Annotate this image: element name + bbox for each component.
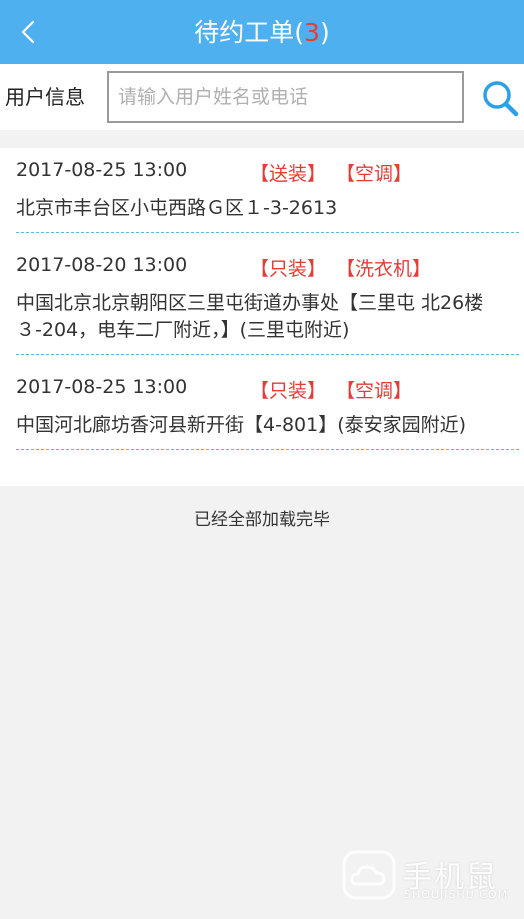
title-paren-close: ) <box>319 18 330 47</box>
search-input[interactable] <box>107 71 464 123</box>
service-type-tag: 【只装】 <box>250 258 327 280</box>
order-item[interactable]: 2017-08-25 13:00 【只装】 【空调】 中国河北廊坊香河县新开街【… <box>16 365 519 450</box>
order-address: 中国北京北京朝阳区三里屯街道办事处【三里屯 北26楼３-204，电车二厂附近，】… <box>16 292 484 341</box>
search-icon <box>483 81 519 117</box>
search-button[interactable] <box>480 78 520 118</box>
watermark-domain: SHOUJISHU.COM <box>404 888 509 901</box>
search-bar: 用户信息 <box>0 64 524 130</box>
title-paren-open: ( <box>294 18 305 47</box>
order-datetime: 2017-08-25 13:00 <box>16 159 188 181</box>
order-datetime: 2017-08-20 13:00 <box>16 254 188 276</box>
page-title: 待约工单(3) <box>0 0 524 64</box>
product-type-tag: 【空调】 <box>336 163 413 185</box>
all-loaded-message: 已经全部加载完毕 <box>194 510 330 530</box>
service-type-tag: 【只装】 <box>250 380 327 402</box>
order-list: 2017-08-25 13:00 【送装】 【空调】 北京市丰台区小屯西路Ｇ区１… <box>0 148 524 486</box>
service-type-tag: 【送装】 <box>250 163 327 185</box>
search-label: 用户信息 <box>5 85 85 109</box>
cloud-logo-icon <box>342 850 396 900</box>
order-item[interactable]: 2017-08-20 13:00 【只装】 【洗衣机】 中国北京北京朝阳区三里屯… <box>16 243 519 355</box>
order-address: 中国河北廊坊香河县新开街【4-801】(泰安家园附近) <box>16 414 467 436</box>
order-datetime: 2017-08-25 13:00 <box>16 376 188 398</box>
order-item[interactable]: 2017-08-25 13:00 【送装】 【空调】 北京市丰台区小屯西路Ｇ区１… <box>16 148 519 233</box>
watermark: 手机鼠 SHOUJISHU.COM <box>340 848 510 904</box>
product-type-tag: 【空调】 <box>336 380 413 402</box>
page-title-text: 待约工单 <box>194 18 295 47</box>
navigation-bar: 待约工单(3) <box>0 0 524 64</box>
order-count: 3 <box>304 18 320 47</box>
product-type-tag: 【洗衣机】 <box>336 258 432 280</box>
order-address: 北京市丰台区小屯西路Ｇ区１-3-2613 <box>16 197 338 219</box>
